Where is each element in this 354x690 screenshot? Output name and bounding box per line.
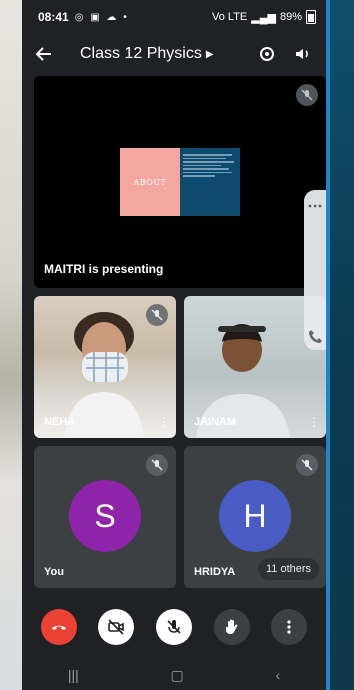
cell-bars-icon: ▂▄▆ bbox=[251, 11, 276, 24]
phone-screen: 08:41 ◎ ▣ ☁ • Vo LTE ▂▄▆ 89% Class 12 Ph… bbox=[22, 0, 326, 690]
phone-edge bbox=[326, 0, 330, 690]
call-controls bbox=[22, 600, 326, 654]
back-arrow-icon bbox=[35, 47, 51, 61]
home-icon[interactable]: ▢ bbox=[171, 667, 184, 684]
mic-off-icon bbox=[296, 454, 318, 476]
app-bar-actions bbox=[256, 43, 314, 65]
phone-icon bbox=[309, 330, 322, 343]
battery-level: 89% bbox=[279, 11, 302, 23]
shared-slide: ABOUT bbox=[120, 148, 240, 216]
avatar: H bbox=[219, 480, 291, 552]
status-right: Vo LTE ▂▄▆ 89% bbox=[212, 10, 316, 24]
speaker-button[interactable] bbox=[292, 43, 314, 65]
more-vert-icon bbox=[287, 620, 291, 634]
meeting-title-button[interactable]: Class 12 Physics ▶ bbox=[80, 45, 214, 63]
participant-name: HRIDYA bbox=[194, 566, 236, 578]
mic-toggle-button[interactable] bbox=[155, 609, 192, 645]
tile-more-icon[interactable]: ⋮ bbox=[158, 416, 170, 428]
participant-tile-you[interactable]: S You bbox=[34, 446, 176, 588]
slide-heading-panel: ABOUT bbox=[120, 148, 180, 216]
participant-name: You bbox=[44, 566, 64, 578]
switch-camera-icon bbox=[260, 47, 274, 61]
caret-right-icon: ▶ bbox=[205, 48, 214, 60]
speaker-icon bbox=[296, 49, 308, 59]
camera-toggle-button[interactable] bbox=[98, 609, 135, 645]
hand-icon bbox=[225, 619, 237, 634]
presentation-tile[interactable]: ABOUT MAITRI is presenting bbox=[34, 76, 326, 288]
back-button[interactable] bbox=[22, 34, 66, 74]
camera-off-icon bbox=[108, 619, 125, 635]
participant-name: NEHA bbox=[44, 416, 76, 428]
battery-icon bbox=[306, 10, 316, 24]
avatar: S bbox=[69, 480, 141, 552]
more-horiz-icon bbox=[308, 204, 322, 208]
raise-hand-button[interactable] bbox=[213, 609, 250, 645]
meeting-title: Class 12 Physics bbox=[80, 45, 202, 62]
notification-icons: ◎ ▣ ☁ • bbox=[74, 11, 129, 23]
mic-off-icon bbox=[296, 84, 318, 106]
more-options-button[interactable] bbox=[271, 609, 308, 645]
app-bar: Class 12 Physics ▶ bbox=[22, 34, 326, 74]
participant-name: JAINAM bbox=[194, 416, 237, 428]
phone-hangup-icon bbox=[51, 625, 66, 630]
signal-icon: Vo LTE bbox=[211, 11, 248, 23]
floating-side-handle[interactable] bbox=[304, 190, 326, 350]
system-nav-bar: ||| ▢ ‹ bbox=[22, 660, 326, 690]
avatar-letter: H bbox=[243, 497, 267, 534]
avatar-letter: S bbox=[94, 497, 116, 534]
status-time: 08:41 bbox=[38, 10, 69, 24]
back-nav-icon[interactable]: ‹ bbox=[275, 667, 280, 683]
mic-off-icon bbox=[146, 454, 168, 476]
switch-camera-button[interactable] bbox=[256, 43, 278, 65]
presenter-label: MAITRI is presenting bbox=[44, 262, 164, 276]
others-chip[interactable]: 11 others bbox=[258, 558, 320, 580]
participant-tile-neha[interactable]: NEHA ⋮ bbox=[34, 296, 176, 438]
recent-apps-icon[interactable]: ||| bbox=[68, 667, 79, 683]
end-call-button[interactable] bbox=[40, 609, 77, 645]
slide-text-panel bbox=[180, 148, 240, 216]
background-left bbox=[0, 0, 24, 690]
mic-off-icon bbox=[167, 620, 181, 634]
slide-heading: ABOUT bbox=[133, 177, 167, 187]
status-bar: 08:41 ◎ ▣ ☁ • Vo LTE ▂▄▆ 89% bbox=[22, 0, 326, 34]
mic-off-icon bbox=[146, 304, 168, 326]
tile-more-icon[interactable]: ⋮ bbox=[308, 416, 320, 428]
